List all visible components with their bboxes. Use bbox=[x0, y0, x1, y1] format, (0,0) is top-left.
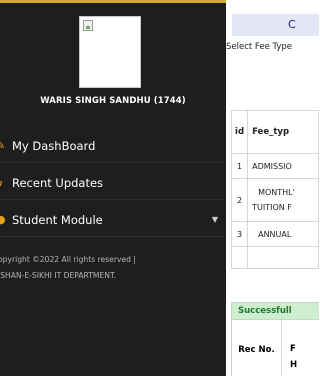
row-fee-type: ADMISSIO bbox=[247, 153, 319, 179]
fee-type-label: Select Fee Type bbox=[226, 42, 293, 52]
circle-icon: ● bbox=[0, 213, 6, 226]
sidebar-item-label: Student Module bbox=[12, 213, 103, 227]
column-header-fee-type: Fee_typ bbox=[247, 110, 319, 154]
receipt-second-header: F H bbox=[290, 344, 298, 370]
column-header-id: id bbox=[230, 110, 249, 154]
bolt-icon: ϟ bbox=[0, 166, 3, 200]
pencil-icon: ✎ bbox=[0, 139, 6, 152]
row-id: 1 bbox=[230, 153, 249, 179]
table-row[interactable]: 3 ANNUAL bbox=[230, 221, 319, 247]
main-content: C Select Fee Type id Fee_typ 1 ADMISSIO … bbox=[226, 0, 319, 376]
success-title: Successfull bbox=[232, 303, 319, 320]
row-fee-type: MONTHL' TUITION F bbox=[247, 178, 319, 222]
table-row[interactable]: 2 MONTHL' TUITION F bbox=[230, 178, 319, 222]
caret-down-icon: ▼ bbox=[211, 215, 218, 224]
broken-image-icon bbox=[83, 20, 93, 31]
user-name: WARIS SINGH SANDHU (1744) bbox=[40, 96, 186, 106]
copyright-text: opyright ©2022 All rights reserved | ISH… bbox=[0, 252, 218, 284]
sidebar-top-accent bbox=[0, 0, 226, 3]
row-id: 2 bbox=[230, 178, 249, 222]
table-row-empty bbox=[230, 246, 319, 269]
sidebar-item-label: My DashBoard bbox=[12, 139, 96, 153]
sidebar-item-label: Recent Updates bbox=[12, 176, 104, 190]
row-fee-type: ANNUAL bbox=[247, 221, 319, 247]
sidebar-item-dashboard[interactable]: ✎ My DashBoard bbox=[0, 129, 226, 163]
page-header: C bbox=[232, 14, 319, 36]
avatar bbox=[79, 16, 141, 88]
department-line: ISHAN-E-SIKHI IT DEPARTMENT. bbox=[0, 271, 117, 280]
success-panel: Successfull Rec No. F H bbox=[231, 302, 319, 376]
table-row[interactable]: 1 ADMISSIO bbox=[230, 153, 319, 179]
copyright-line: opyright ©2022 All rights reserved | bbox=[0, 255, 136, 264]
sidebar: WARIS SINGH SANDHU (1744) ✎ My DashBoard… bbox=[0, 0, 226, 376]
receipt-number-header: Rec No. bbox=[232, 320, 282, 376]
sidebar-item-recent-updates[interactable]: ϟ Recent Updates bbox=[0, 166, 226, 200]
sidebar-item-student-module[interactable]: ● Student Module ▼ bbox=[0, 203, 226, 237]
fee-table: id Fee_typ 1 ADMISSIO 2 MONTHL' TUITION … bbox=[230, 110, 319, 269]
row-id: 3 bbox=[230, 221, 249, 247]
